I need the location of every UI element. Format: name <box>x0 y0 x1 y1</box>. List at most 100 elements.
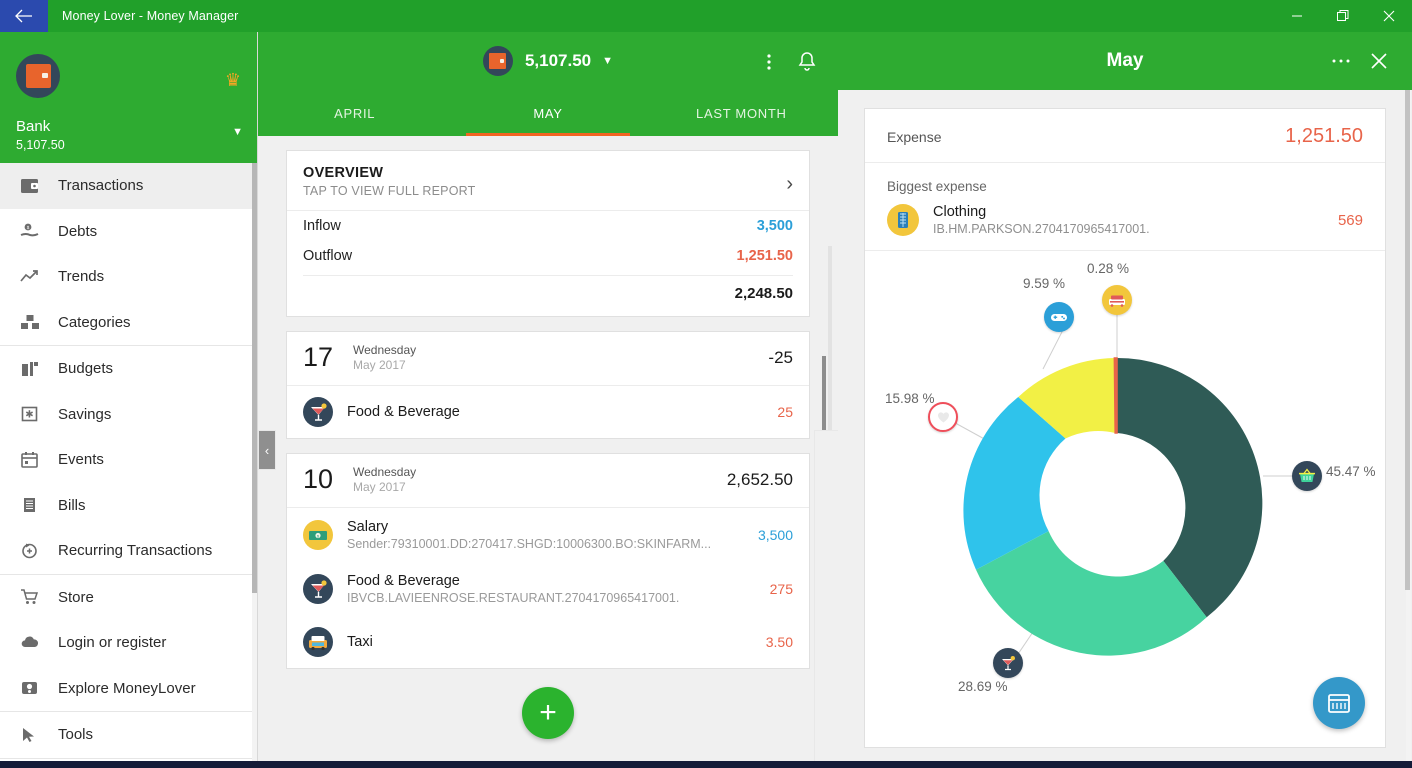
wallet-dropdown-caret[interactable]: ▼ <box>232 126 243 138</box>
window-title: Money Lover - Money Manager <box>62 9 239 23</box>
slice-pct-label: 45.47 % <box>1326 464 1376 479</box>
report-card: Expense 1,251.50 Biggest expense Clothin… <box>864 108 1386 748</box>
calendar-icon <box>20 451 50 469</box>
biggest-expense-row[interactable]: Clothing IB.HM.PARKSON.2704170965417001.… <box>865 194 1385 251</box>
day-monthyear: May 2017 <box>353 357 406 372</box>
calendar-icon <box>1328 694 1350 713</box>
bell-icon[interactable] <box>788 48 826 76</box>
tab-last-month[interactable]: LAST MONTH <box>645 90 838 136</box>
overview-total: 2,248.50 <box>303 275 793 316</box>
money-icon: $ <box>303 520 333 550</box>
day-number: 17 <box>303 342 334 372</box>
add-transaction-button[interactable]: + <box>522 687 574 739</box>
more-vertical-icon[interactable] <box>750 48 788 76</box>
sidebar-item-label: Transactions <box>58 177 144 195</box>
day-card[interactable]: 10 Wednesday May 2017 2,652.50 $ Salary … <box>286 453 810 669</box>
sidebar-item-explore-moneylover[interactable]: Explore MoneyLover <box>0 666 257 712</box>
boxes-icon <box>20 313 50 331</box>
minimize-button[interactable] <box>1274 0 1320 32</box>
sidebar-scrollbar-track[interactable] <box>252 163 257 768</box>
wallet-header[interactable]: ♛ Bank 5,107.50 ▼ <box>0 32 257 163</box>
transaction-row[interactable]: Taxi 3.50 <box>287 616 809 668</box>
transactions-list[interactable]: OVERVIEW TAP TO VIEW FULL REPORT › Inflo… <box>258 136 838 761</box>
close-report-button[interactable] <box>1360 47 1398 75</box>
overview-card[interactable]: OVERVIEW TAP TO VIEW FULL REPORT › Inflo… <box>286 150 810 317</box>
outflow-label: Outflow <box>303 248 353 264</box>
window-controls <box>1274 0 1412 32</box>
clothing-icon <box>887 204 919 236</box>
sidebar-item-savings[interactable]: ✱ Savings <box>0 392 257 438</box>
restore-button[interactable] <box>1320 0 1366 32</box>
sidebar-item-store[interactable]: Store <box>0 575 257 621</box>
sidebar-item-events[interactable]: Events <box>0 437 257 483</box>
sidebar-item-label: Budgets <box>58 360 114 378</box>
gamepad-icon[interactable] <box>1044 302 1074 332</box>
tab-label: MAY <box>533 105 563 121</box>
back-arrow-icon <box>15 9 32 23</box>
sidebar-item-label: Bills <box>58 496 86 514</box>
tab-label: APRIL <box>334 105 376 121</box>
car-icon[interactable] <box>1102 285 1132 315</box>
sidebar-item-label: Debts <box>58 222 98 240</box>
sidebar-item-tools[interactable]: Tools <box>0 712 257 758</box>
savings-icon: ✱ <box>20 405 50 423</box>
tab-may[interactable]: MAY <box>451 90 644 136</box>
chevron-right-icon[interactable]: › <box>786 173 793 196</box>
report-scrollbar-thumb[interactable] <box>1405 90 1410 590</box>
heart-icon[interactable] <box>928 402 958 432</box>
cart-icon <box>20 588 50 606</box>
cloud-icon <box>20 634 50 652</box>
more-horizontal-icon[interactable] <box>1322 47 1360 75</box>
month-tabs: APRIL MAY LAST MONTH <box>258 90 838 136</box>
day-weekday: Wednesday <box>353 342 417 357</box>
transaction-amount: 3,500 <box>757 527 793 543</box>
sidebar: ♛ Bank 5,107.50 ▼ Transactions $ Debts T… <box>0 32 258 768</box>
sidebar-group-1: Transactions $ Debts Trends Categories <box>0 163 257 346</box>
expense-donut-chart[interactable]: 0.28 % 9.59 % 15.98 % 28.69 % 45.47 % <box>865 251 1385 721</box>
sidebar-item-trends[interactable]: Trends <box>0 254 257 300</box>
sidebar-item-label: Tools <box>58 726 94 744</box>
slice-pct-label: 0.28 % <box>1087 261 1130 276</box>
close-button[interactable] <box>1366 0 1412 32</box>
budget-icon <box>20 360 50 378</box>
transaction-row[interactable]: Food & Beverage 25 <box>287 386 809 438</box>
sidebar-item-categories[interactable]: Categories <box>0 300 257 346</box>
collapse-sidebar-handle[interactable]: ‹ <box>258 430 276 470</box>
cocktail-icon <box>303 397 333 427</box>
sidebar-item-bills[interactable]: Bills <box>0 483 257 529</box>
report-actions <box>1322 47 1412 75</box>
day-amount: 2,652.50 <box>726 469 793 489</box>
cocktail-icon[interactable] <box>993 648 1023 678</box>
sidebar-item-recurring-transactions[interactable]: Recurring Transactions <box>0 528 257 574</box>
day-monthyear: May 2017 <box>353 479 406 494</box>
sidebar-item-transactions[interactable]: Transactions <box>0 163 257 209</box>
back-button[interactable] <box>0 0 48 32</box>
sidebar-scrollbar-thumb[interactable] <box>252 163 257 593</box>
day-card[interactable]: 17 Wednesday May 2017 -25 Food & Beverag… <box>286 331 810 439</box>
inflow-label: Inflow <box>303 218 341 234</box>
report-scrollbar-track[interactable] <box>1405 90 1411 761</box>
transaction-name: Food & Beverage <box>347 404 460 420</box>
sidebar-item-debts[interactable]: $ Debts <box>0 209 257 255</box>
expense-label: Expense <box>887 129 942 145</box>
hand-money-icon: $ <box>20 222 50 240</box>
wallet-selector[interactable]: 5,107.50 ▼ <box>258 32 838 90</box>
slice-pct-label: 28.69 % <box>958 679 1008 694</box>
trend-up-icon <box>20 268 50 286</box>
calendar-picker-button[interactable] <box>1313 677 1365 729</box>
outflow-value: 1,251.50 <box>736 248 793 264</box>
day-amount: -25 <box>768 347 793 367</box>
wallet-avatar <box>16 54 60 98</box>
wallet-mini-avatar <box>482 46 513 76</box>
transaction-row[interactable]: Food & Beverage IBVCB.LAVIEENROSE.RESTAU… <box>287 562 809 616</box>
basket-icon[interactable] <box>1292 461 1322 491</box>
tab-april[interactable]: APRIL <box>258 90 451 136</box>
sidebar-item-login-or-register[interactable]: Login or register <box>0 620 257 666</box>
chevron-down-icon[interactable]: ▼ <box>602 55 613 67</box>
sidebar-nav: Transactions $ Debts Trends Categories B… <box>0 163 257 768</box>
overview-inflow-row: Inflow 3,500 <box>287 211 809 241</box>
biggest-expense-name: Clothing <box>933 204 987 220</box>
day-header: 10 Wednesday May 2017 2,652.50 <box>287 454 809 508</box>
sidebar-item-budgets[interactable]: Budgets <box>0 346 257 392</box>
transaction-row[interactable]: $ Salary Sender:79310001.DD:270417.SHGD:… <box>287 508 809 562</box>
